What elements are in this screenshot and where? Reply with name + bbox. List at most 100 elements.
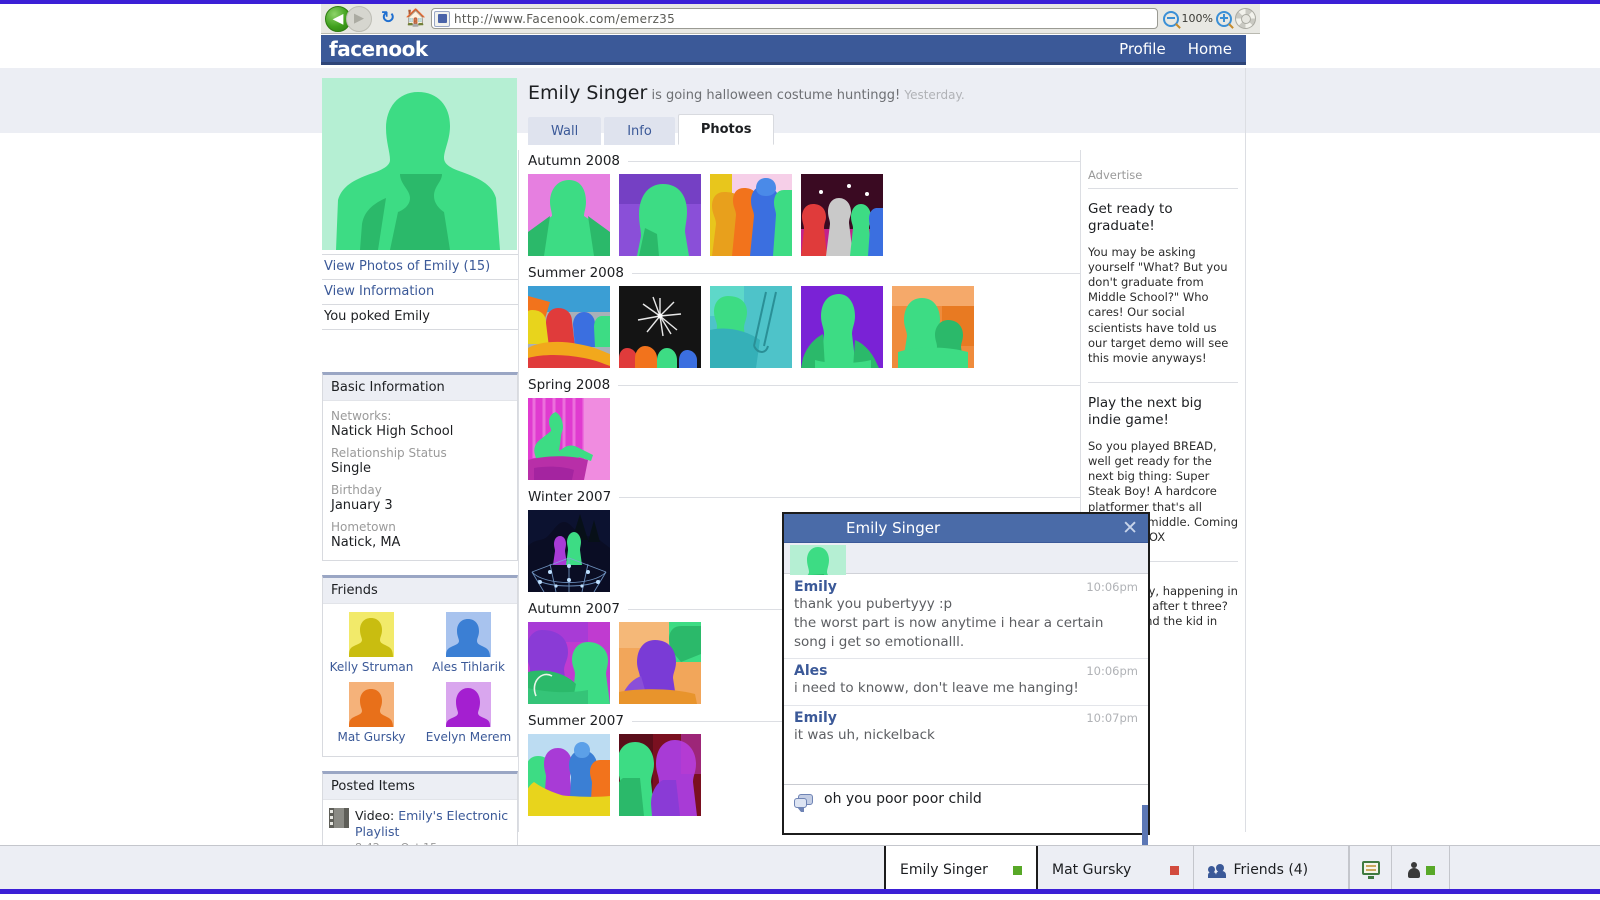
relationship-value: Single [331, 461, 371, 476]
nav-link-home[interactable]: Home [1188, 40, 1232, 58]
friend-item[interactable]: Mat Gursky [323, 682, 420, 744]
friend-avatar[interactable] [446, 612, 491, 657]
photo-thumbnail[interactable] [528, 174, 610, 256]
page-title: Emily Singer [528, 82, 648, 104]
photo-thumbnail[interactable] [528, 622, 610, 704]
friends-box: Friends Kelly Struman Ales Tihlarik Mat … [322, 575, 518, 757]
chrome-left-filler [0, 4, 321, 34]
basic-information-box: Basic Information Networks: Natick High … [322, 372, 518, 561]
page-right-gutter [1246, 68, 1600, 133]
basic-information-body: Networks: Natick High School Relationshi… [323, 401, 517, 560]
birthday-label: Birthday [331, 483, 382, 497]
home-icon[interactable]: 🏠 [404, 7, 428, 31]
photo-thumbnail[interactable] [892, 286, 974, 368]
taskbar: Emily Singer Mat Gursky Friends (4) [0, 845, 1600, 894]
photo-thumbnail[interactable] [528, 286, 610, 368]
url-text: http://www.Facenook.com/emerz35 [454, 11, 676, 26]
forward-arrow-icon[interactable]: ▶ [346, 5, 372, 32]
taskbar-item-label: Emily Singer [900, 862, 988, 878]
tab-info[interactable]: Info [604, 117, 675, 145]
zoom-in-icon[interactable] [1216, 10, 1232, 27]
status-badge [1425, 865, 1435, 875]
chat-message-line: it was uh, nickelback [794, 726, 935, 743]
zoom-out-icon[interactable] [1162, 10, 1179, 27]
status-timestamp: Yesterday. [904, 88, 965, 102]
photo-thumbnail[interactable] [528, 398, 610, 480]
gear-icon[interactable] [1235, 8, 1256, 29]
tray-user-status[interactable] [1392, 846, 1451, 894]
album-section: Spring 2008 [528, 377, 1080, 480]
photo-thumbnail[interactable] [801, 174, 883, 256]
birthday-value: January 3 [331, 498, 393, 513]
chat-bubble-icon [794, 794, 814, 812]
zoom-level-label: 100% [1181, 12, 1213, 25]
photo-thumbnail[interactable] [710, 286, 792, 368]
browser-nav-group: ◀ ▶ ↻ 🏠 [321, 5, 428, 32]
chat-message-time: 10:06pm [1086, 664, 1138, 679]
tab-photos[interactable]: Photos [677, 114, 775, 145]
friends-icon [1207, 862, 1226, 878]
album-section: Autumn 2008 [528, 153, 1080, 256]
friend-item[interactable]: Evelyn Merem [420, 682, 517, 744]
hometown-label: Hometown [331, 520, 396, 534]
avatar-silhouette-icon [322, 78, 517, 250]
chat-message-author: Emily [794, 579, 837, 595]
friend-item[interactable]: Ales Tihlarik [420, 612, 517, 674]
album-rule [619, 496, 1080, 498]
chat-input[interactable]: oh you poor poor child [824, 791, 982, 807]
status-text: is going halloween costume huntingg! [651, 88, 901, 103]
chat-titlebar[interactable]: Emily Singer ✕ [784, 514, 1148, 543]
taskbar-item-mat-gursky[interactable]: Mat Gursky [1038, 846, 1194, 894]
networks-value: Natick High School [331, 424, 454, 439]
close-icon[interactable]: ✕ [1122, 518, 1138, 538]
status-badge [1013, 865, 1023, 875]
view-photos-link[interactable]: View Photos of Emily (15) [322, 254, 518, 280]
advertise-label[interactable]: Advertise [1088, 168, 1238, 189]
chat-message: Ales 10:06pm i need to knoww, don't leav… [784, 659, 1148, 706]
album-title: Autumn 2008 [528, 153, 620, 169]
chat-title: Emily Singer [846, 519, 941, 537]
photo-thumbnail[interactable] [710, 174, 792, 256]
photo-thumbnail[interactable] [528, 510, 610, 592]
friend-avatar[interactable] [349, 612, 394, 657]
nav-link-profile[interactable]: Profile [1119, 40, 1166, 58]
album-title: Spring 2008 [528, 377, 611, 393]
album-rule [631, 272, 1080, 274]
profile-avatar[interactable] [322, 78, 517, 250]
tray-monitor-button[interactable] [1350, 846, 1393, 894]
friend-item[interactable]: Kelly Struman [323, 612, 420, 674]
photo-thumbnail[interactable] [619, 286, 701, 368]
friend-avatar[interactable] [349, 682, 394, 727]
address-bar[interactable]: http://www.Facenook.com/emerz35 [431, 8, 1158, 29]
tab-wall[interactable]: Wall [528, 117, 602, 145]
photo-thumbnail[interactable] [801, 286, 883, 368]
photo-thumbnail[interactable] [619, 622, 701, 704]
chat-window[interactable]: Emily Singer ✕ Emily 10:06pm thank you p… [782, 512, 1150, 845]
content-left-divider [518, 150, 519, 832]
taskbar-item-label: Friends (4) [1233, 862, 1309, 878]
site-logo[interactable]: facenook [321, 37, 428, 61]
chat-input-row[interactable]: oh you poor poor child [784, 784, 1148, 833]
taskbar-spacer [0, 846, 884, 894]
album-title: Winter 2007 [528, 489, 612, 505]
friend-name[interactable]: Mat Gursky [323, 730, 420, 744]
hometown-value: Natick, MA [331, 535, 401, 550]
album-title: Summer 2008 [528, 265, 624, 281]
view-information-link[interactable]: View Information [322, 280, 518, 305]
site-nav: Profile Home [1119, 40, 1246, 58]
reload-icon[interactable]: ↻ [376, 7, 400, 31]
ad-title: Get ready to graduate! [1088, 201, 1173, 234]
ad-item[interactable]: Get ready to graduate! You may be asking… [1088, 189, 1238, 384]
chat-message-list[interactable]: Emily 10:06pm thank you pubertyyy :p the… [784, 575, 1148, 845]
taskbar-item-friends[interactable]: Friends (4) [1194, 846, 1350, 894]
friend-name[interactable]: Evelyn Merem [420, 730, 517, 744]
friend-name[interactable]: Kelly Struman [323, 660, 420, 674]
friend-name[interactable]: Ales Tihlarik [420, 660, 517, 674]
friend-avatar[interactable] [446, 682, 491, 727]
chat-message-line: thank you pubertyyy :p [794, 596, 953, 612]
photo-thumbnail[interactable] [528, 734, 610, 816]
taskbar-item-emily-singer[interactable]: Emily Singer [884, 846, 1039, 894]
photo-thumbnail[interactable] [619, 734, 701, 816]
photo-thumbnail[interactable] [619, 174, 701, 256]
album-section: Summer 2008 [528, 265, 1080, 368]
